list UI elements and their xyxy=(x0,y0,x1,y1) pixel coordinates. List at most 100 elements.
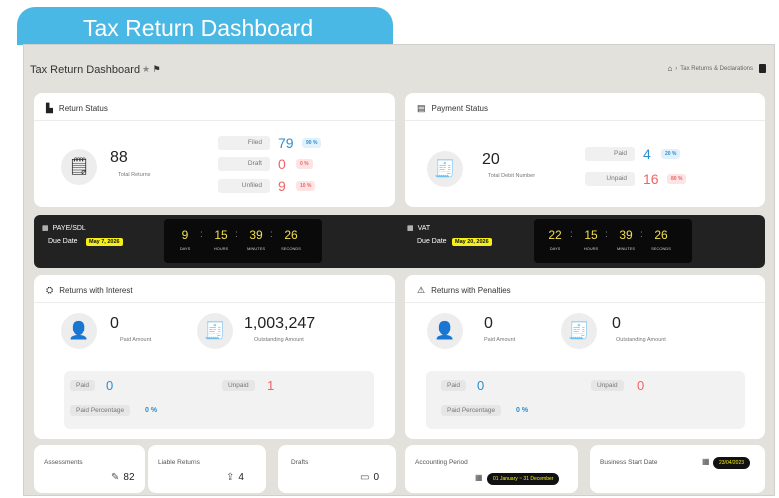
total-returns-value: 88 xyxy=(110,149,128,166)
paid-percentage-label: Paid Percentage xyxy=(441,405,502,416)
breadcrumb: ⌂ › Tax Returns & Declarations xyxy=(667,64,766,73)
paid-label: Paid xyxy=(70,380,96,391)
penalties-card: ⚠ Returns with Penalties 👤 0 Paid Amount… xyxy=(405,275,765,439)
drafts-card[interactable]: Drafts ▭ 0 xyxy=(278,445,396,493)
user-dollar-icon: 👤 xyxy=(61,313,97,349)
paid-value: 0 xyxy=(477,378,485,393)
card-title: ⚠ Returns with Penalties xyxy=(417,285,511,296)
business-start-label: Business Start Date xyxy=(600,459,658,466)
liable-returns-value: ⇪ 4 xyxy=(226,472,244,483)
deadline-name: ▦ VAT xyxy=(407,224,431,233)
title-actions: ★ ⚑ xyxy=(142,64,161,75)
liable-returns-count: 4 xyxy=(238,472,244,483)
stat-row-draft: Draft 0 0 % xyxy=(218,156,313,172)
header: Tax Return Dashboard ★ ⚑ ⌂ › Tax Returns… xyxy=(24,45,774,93)
divider xyxy=(34,302,395,303)
outstanding-amount-label: Outstanding Amount xyxy=(254,337,304,343)
calendar-icon: ▦ xyxy=(42,225,49,232)
interest-summary-box: Paid 0 Unpaid 1 Paid Percentage 0 % xyxy=(64,371,374,429)
card-title-text: Return Status xyxy=(58,104,108,113)
breadcrumb-separator: › xyxy=(675,65,678,72)
paid-label: Paid xyxy=(441,380,467,391)
deadline-title: VAT xyxy=(417,224,431,232)
page-title: Tax Return Dashboard xyxy=(30,64,141,76)
stat-value: 16 xyxy=(643,171,659,187)
stat-row-filed: Filed 79 90 % xyxy=(218,135,322,151)
countdown-label: HOURS xyxy=(213,246,229,251)
deadline-band: ▦ PAYE/SDL Due Date May 7, 2026 9 : 15 :… xyxy=(34,215,765,268)
countdown-timer: 9 : 15 : 39 : 26 DAYS HOURS MINUTES SECO… xyxy=(164,219,322,263)
edit-icon: ✎ xyxy=(111,472,120,483)
accounting-period-card: Accounting Period ▦ 01 January ~ 31 Dece… xyxy=(405,445,578,493)
deadline-title: PAYE/SDL xyxy=(52,224,86,232)
paid-amount-value: 0 xyxy=(484,315,493,332)
paid-percentage-label: Paid Percentage xyxy=(70,405,131,416)
stat-percent: 0 % xyxy=(296,159,313,169)
card-title-text: Returns with Penalties xyxy=(431,286,511,295)
document-icon: ▤ xyxy=(417,103,426,113)
total-debit-value: 20 xyxy=(482,151,500,168)
countdown-hours: 15 xyxy=(584,228,598,242)
user-money-icon: ⛭ xyxy=(46,285,54,295)
countdown-label: MINUTES xyxy=(247,246,265,251)
countdown-separator: : xyxy=(200,229,203,240)
stat-row-unfiled: Unfiled 9 10 % xyxy=(218,178,316,194)
stat-percent: 20 % xyxy=(661,149,681,159)
home-icon[interactable]: ⌂ xyxy=(667,64,672,73)
star-icon[interactable]: ★ xyxy=(142,64,150,74)
card-title: ▙ Return Status xyxy=(46,103,108,114)
drafts-label: Drafts xyxy=(291,459,309,466)
drafts-count: 0 xyxy=(373,472,380,483)
stat-label: Unpaid xyxy=(585,172,635,186)
deadline-name: ▦ PAYE/SDL xyxy=(42,224,86,233)
paid-amount-label: Paid Amount xyxy=(484,337,516,343)
countdown-separator: : xyxy=(640,229,643,240)
accounting-period-value: 01 January ~ 31 December xyxy=(487,473,560,485)
assessments-value: ✎ 82 xyxy=(111,472,135,483)
unpaid-label: Unpaid xyxy=(222,380,255,391)
paid-percentage-value: 0 % xyxy=(516,407,529,414)
countdown-days: 9 xyxy=(181,228,189,242)
card-title-text: Payment Status xyxy=(431,104,488,113)
receipt-icon: 🧾 xyxy=(427,151,463,187)
countdown-separator: : xyxy=(605,229,608,240)
returns-icon: 🗒 xyxy=(61,149,97,185)
building-icon: ▙ xyxy=(46,103,53,113)
countdown-label: MINUTES xyxy=(617,246,635,251)
countdown-separator: : xyxy=(235,229,238,240)
alarm-icon: ⚠ xyxy=(417,285,426,295)
dashboard-banner: Tax Return Dashboard xyxy=(17,7,393,45)
tag-icon[interactable]: ⚑ xyxy=(153,64,161,74)
breadcrumb-item[interactable]: Tax Returns & Declarations xyxy=(680,66,753,72)
stat-label: Draft xyxy=(218,157,270,171)
stat-percent: 90 % xyxy=(302,138,322,148)
paid-amount-label: Paid Amount xyxy=(120,337,152,343)
calendar-icon: ▦ xyxy=(407,225,414,232)
countdown-label: HOURS xyxy=(583,246,599,251)
dashboard-frame: Tax Return Dashboard ★ ⚑ ⌂ › Tax Returns… xyxy=(23,44,775,496)
due-date-badge: May 7, 2026 xyxy=(86,238,123,246)
drafts-value: ▭ 0 xyxy=(360,472,379,483)
divider xyxy=(405,302,765,303)
countdown-minutes: 39 xyxy=(249,228,263,242)
due-label: Due Date xyxy=(48,238,78,245)
stat-percent: 10 % xyxy=(296,181,316,191)
countdown-days: 22 xyxy=(548,228,562,242)
document-icon[interactable] xyxy=(759,64,766,73)
due-date-badge: May 20, 2026 xyxy=(452,238,492,246)
interest-card: ⛭ Returns with Interest 👤 0 Paid Amount … xyxy=(34,275,395,439)
liable-returns-card[interactable]: Liable Returns ⇪ 4 xyxy=(148,445,266,493)
stat-value: 79 xyxy=(278,135,294,151)
stat-value: 0 xyxy=(278,156,286,172)
unpaid-value: 1 xyxy=(267,378,275,393)
payment-status-card: ▤ Payment Status 🧾 20 Total Debit Number… xyxy=(405,93,765,207)
stat-row-paid: Paid 4 20 % xyxy=(585,146,681,162)
assessments-count: 82 xyxy=(123,472,135,483)
liable-returns-label: Liable Returns xyxy=(158,459,200,466)
accounting-period-label: Accounting Period xyxy=(415,459,468,466)
share-icon: ⇪ xyxy=(226,472,235,483)
countdown-label: SECONDS xyxy=(281,246,301,251)
stat-percent: 80 % xyxy=(667,174,687,184)
assessments-card[interactable]: Assessments ✎ 82 xyxy=(34,445,145,493)
countdown-separator: : xyxy=(270,229,273,240)
